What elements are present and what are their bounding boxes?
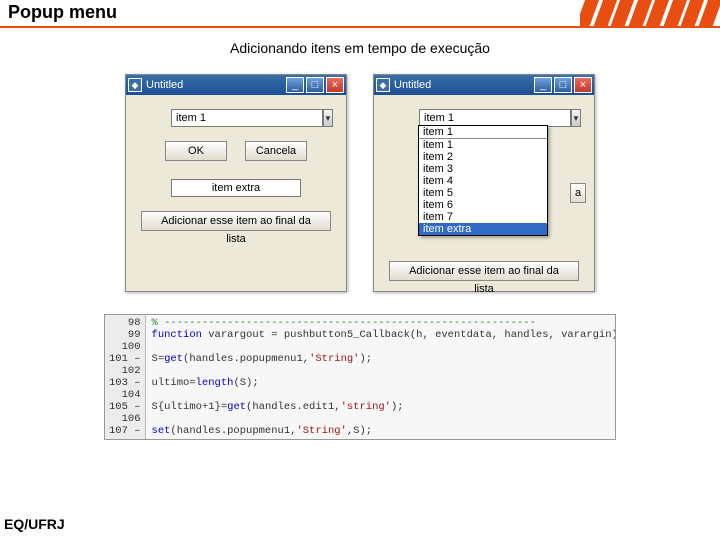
window-title: Untitled <box>146 79 284 91</box>
close-button[interactable]: × <box>574 77 592 93</box>
line-gutter: 98 99 100 101 – 102 103 – 104 105 – 106 … <box>105 315 146 439</box>
minimize-button[interactable]: _ <box>534 77 552 93</box>
client-area: ▼ OK Cancela item extra Adicionar esse i… <box>126 95 346 265</box>
slide-header: Popup menu <box>0 0 720 28</box>
maximize-button[interactable]: □ <box>554 77 572 93</box>
app-icon: ◆ <box>376 78 390 92</box>
minimize-button[interactable]: _ <box>286 77 304 93</box>
app-icon: ◆ <box>128 78 142 92</box>
list-item[interactable]: item 6 <box>419 199 547 211</box>
list-item[interactable]: item 1 <box>419 139 547 151</box>
window-title: Untitled <box>394 79 532 91</box>
footer: EQ/UFRJ <box>4 516 65 532</box>
list-item[interactable]: item 4 <box>419 175 547 187</box>
list-item[interactable]: item 7 <box>419 211 547 223</box>
maximize-button[interactable]: □ <box>306 77 324 93</box>
dropdown-selected: item 1 <box>419 126 547 139</box>
list-item[interactable]: item extra <box>419 223 547 235</box>
code-screenshot: 98 99 100 101 – 102 103 – 104 105 – 106 … <box>104 314 616 440</box>
list-item[interactable]: item 2 <box>419 151 547 163</box>
cancel-button[interactable]: Cancela <box>245 141 307 161</box>
add-item-button[interactable]: Adicionar esse item ao final da lista <box>141 211 331 231</box>
chevron-down-icon[interactable]: ▼ <box>323 109 333 127</box>
add-item-button[interactable]: Adicionar esse item ao final da lista <box>389 261 579 281</box>
ok-button[interactable]: OK <box>165 141 227 161</box>
cancel-button-partial[interactable]: a <box>570 183 586 203</box>
list-item[interactable]: item 5 <box>419 187 547 199</box>
titlebar[interactable]: ◆ Untitled _ □ × <box>126 75 346 95</box>
header-stripes <box>580 0 720 28</box>
window-popup-closed: ◆ Untitled _ □ × ▼ OK Cancela item extra… <box>125 74 347 292</box>
window-popup-open: ◆ Untitled _ □ × ▼ item 1 item 1 item 2 … <box>373 74 595 292</box>
client-area: ▼ item 1 item 1 item 2 item 3 item 4 ite… <box>374 95 594 291</box>
popup-menu[interactable]: ▼ <box>171 109 301 127</box>
chevron-down-icon[interactable]: ▼ <box>571 109 581 127</box>
subtitle: Adicionando itens em tempo de execução <box>0 40 720 56</box>
close-button[interactable]: × <box>326 77 344 93</box>
popup-dropdown[interactable]: item 1 item 1 item 2 item 3 item 4 item … <box>418 125 548 236</box>
screenshots-row: ◆ Untitled _ □ × ▼ OK Cancela item extra… <box>0 74 720 292</box>
list-item[interactable]: item 3 <box>419 163 547 175</box>
titlebar[interactable]: ◆ Untitled _ □ × <box>374 75 594 95</box>
new-item-input[interactable]: item extra <box>171 179 301 197</box>
page-title: Popup menu <box>0 0 125 26</box>
code-body: % --------------------------------------… <box>146 315 615 439</box>
popup-value[interactable] <box>171 109 323 127</box>
